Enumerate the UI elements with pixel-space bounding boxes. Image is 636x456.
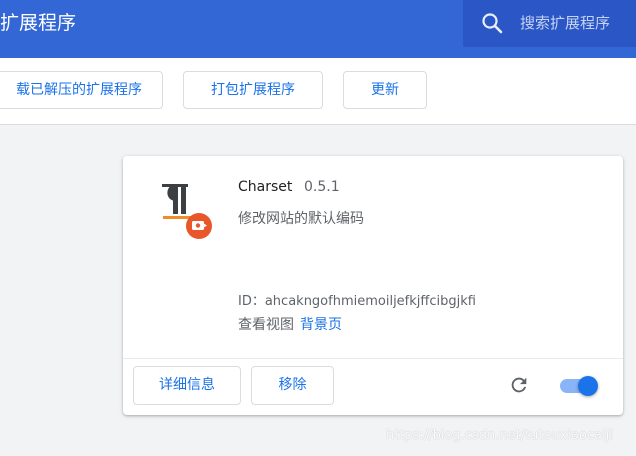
pack-extension-button[interactable]: 打包扩展程序 bbox=[183, 71, 323, 109]
details-button[interactable]: 详细信息 bbox=[133, 366, 241, 405]
toggle-knob bbox=[578, 376, 598, 396]
search-input[interactable]: 搜索扩展程序 bbox=[520, 0, 610, 46]
extension-description: 修改网站的默认编码 bbox=[238, 211, 364, 227]
extension-card: Charset 0.5.1 修改网站的默认编码 ID：ahcakngofhmie… bbox=[123, 156, 623, 415]
page-header: 扩展程序 搜索扩展程序 bbox=[0, 0, 636, 58]
page-title: 扩展程序 bbox=[0, 12, 77, 34]
inspect-views: 查看视图 背景页 bbox=[238, 314, 342, 334]
card-divider bbox=[123, 358, 623, 359]
watermark: https://blog.csdn.net/tutouxiaocaiji bbox=[386, 428, 613, 443]
update-button[interactable]: 更新 bbox=[343, 71, 427, 109]
extension-id: ID：ahcakngofhmiemoiljefkjffcibgjkfi bbox=[238, 294, 476, 309]
remove-button[interactable]: 移除 bbox=[251, 366, 334, 405]
background-page-link[interactable]: 背景页 bbox=[300, 317, 342, 333]
extension-version: 0.5.1 bbox=[304, 179, 340, 195]
search-box[interactable]: 搜索扩展程序 bbox=[463, 0, 636, 47]
reload-icon[interactable] bbox=[508, 374, 530, 396]
enable-toggle[interactable] bbox=[558, 375, 600, 397]
pilcrow-charset-icon bbox=[162, 184, 212, 239]
load-unpacked-button[interactable]: 载已解压的扩展程序 bbox=[0, 71, 163, 109]
toolbar: 载已解压的扩展程序 打包扩展程序 更新 bbox=[0, 58, 636, 125]
extension-name: Charset bbox=[238, 179, 293, 195]
search-icon[interactable] bbox=[480, 11, 504, 35]
inspect-views-label: 查看视图 bbox=[238, 317, 294, 333]
